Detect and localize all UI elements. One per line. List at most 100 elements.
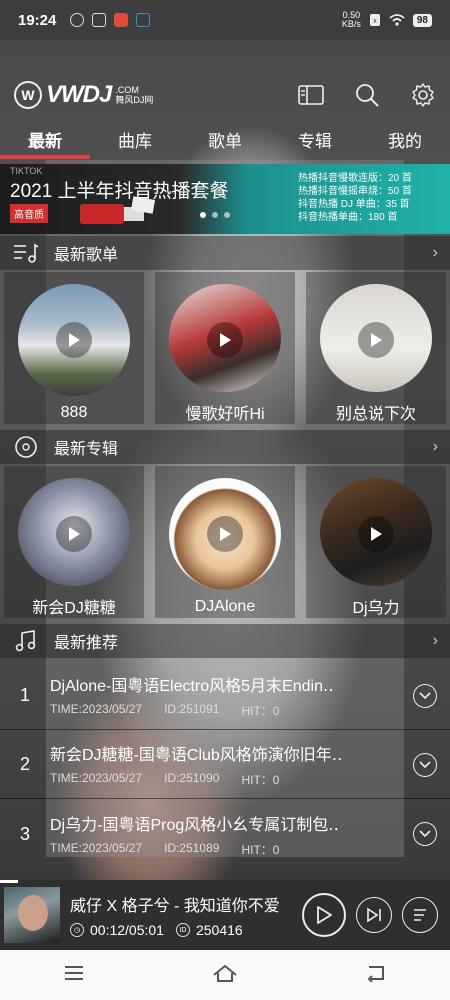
now-playing-info: 威仔 X 格子兮 - 我知道你不爱 ◷ 00:12/05:01 ID 25041… <box>70 892 302 938</box>
track-title: DjAlone-国粤语Electro风格5月末Endin‥ <box>50 678 334 695</box>
pager-dot[interactable] <box>200 212 206 218</box>
pager-dot[interactable] <box>224 212 230 218</box>
status-time: 19:24 <box>18 11 57 29</box>
banner-line: 抖音热播单曲：180 首 <box>298 212 398 223</box>
play-icon[interactable] <box>358 516 394 552</box>
tab-mine[interactable]: 我的 <box>378 127 432 152</box>
tab-albums[interactable]: 专辑 <box>288 127 342 152</box>
play-icon[interactable] <box>358 322 394 358</box>
banner-badge: 高音质 <box>10 204 48 223</box>
playlist-queue-button[interactable] <box>402 897 438 933</box>
now-playing-meta: ◷ 00:12/05:01 ID 250416 <box>70 922 302 938</box>
album-card[interactable]: 新会DJ糖糖 <box>4 466 144 618</box>
track-rank: 3 <box>19 823 30 844</box>
next-track-button[interactable] <box>356 897 392 933</box>
chevron-right-icon[interactable]: › <box>433 244 438 262</box>
track-id: ID:251089 <box>164 840 220 855</box>
section-latest-albums[interactable]: 最新专辑 › <box>0 430 450 464</box>
recommended-row[interactable]: 1 DjAlone-国粤语Electro风格5月末Endin‥ TIME:202… <box>0 662 450 730</box>
tab-latest[interactable]: 最新 <box>18 127 72 152</box>
tab-library[interactable]: 曲库 <box>108 127 162 152</box>
track-more-button[interactable] <box>400 683 450 708</box>
app-header: W VWDJ .COM 舞风DJ网 <box>0 70 450 120</box>
section-latest-recommended[interactable]: 最新推荐 › <box>0 624 450 658</box>
playback-time: 00:12/05:01 <box>90 922 164 938</box>
section-latest-playlists[interactable]: 最新歌单 › <box>0 236 450 270</box>
section-title: 最新推荐 <box>54 635 119 652</box>
playlist-cover <box>169 284 281 392</box>
album-name: DJAlone <box>194 598 256 615</box>
chevron-right-icon[interactable]: › <box>433 438 438 456</box>
track-info: DjAlone-国粤语Electro风格5月末Endin‥ TIME:2023/… <box>50 672 400 719</box>
chevron-down-icon <box>413 822 437 846</box>
tab-playlists[interactable]: 歌单 <box>198 127 252 152</box>
promo-banner[interactable]: TIKTOK 2021 上半年抖音热播套餐 高音质 热播抖音慢歌连版：20 首 … <box>0 164 450 234</box>
usb-drive-icon <box>80 196 156 224</box>
recommended-row[interactable]: 3 Dj乌力-国粤语Prog风格小幺专属订制包‥ TIME:2023/05/27… <box>0 800 450 868</box>
search-icon[interactable] <box>354 82 380 108</box>
sim-icon: x <box>369 14 380 26</box>
play-icon[interactable] <box>207 322 243 358</box>
now-playing-title: 威仔 X 格子兮 - 我知道你不爱 <box>70 898 280 915</box>
track-id: 250416 <box>195 922 243 938</box>
track-meta: TIME:2023/05/27 ID:251091 HIT：0 <box>50 702 400 719</box>
copy-notification-icon <box>92 13 107 27</box>
play-icon[interactable] <box>56 322 92 358</box>
playlist-card[interactable]: 慢歌好听Hi <box>155 272 295 424</box>
home-icon[interactable] <box>212 963 238 988</box>
mini-player[interactable]: 威仔 X 格子兮 - 我知道你不爱 ◷ 00:12/05:01 ID 25041… <box>0 880 450 950</box>
play-icon[interactable] <box>56 516 92 552</box>
album-card[interactable]: DJAlone <box>155 466 295 618</box>
battery-level: 98 <box>412 13 432 27</box>
logo-com: .COM <box>115 85 139 95</box>
status-bar: 19:24 0.50 KB/s x 98 <box>0 0 450 40</box>
banner-line: 热播抖音慢歌连版：20 首 <box>298 173 412 184</box>
sidebar-panel-icon[interactable] <box>298 82 324 108</box>
album-card[interactable]: Dj乌力 <box>306 466 446 618</box>
play-icon[interactable] <box>207 516 243 552</box>
playback-progress-bar[interactable] <box>0 880 18 883</box>
wifi-icon <box>389 14 405 26</box>
track-rank: 1 <box>19 685 30 705</box>
track-id: ID:251090 <box>164 771 220 785</box>
album-cards: 新会DJ糖糖 DJAlone Dj乌力 <box>0 466 450 618</box>
player-controls <box>302 893 438 937</box>
site-logo[interactable]: W VWDJ .COM 舞风DJ网 <box>14 81 153 109</box>
track-more-button[interactable] <box>400 822 450 846</box>
logo-text: VWDJ <box>46 81 112 108</box>
status-right: 0.50 KB/s x 98 <box>342 11 432 29</box>
main-tabs: 最新 曲库 歌单 专辑 我的 <box>0 120 450 158</box>
svg-text:x: x <box>373 18 377 25</box>
album-cover <box>18 478 130 586</box>
now-playing-cover[interactable] <box>4 887 60 943</box>
track-rank: 2 <box>19 754 30 774</box>
track-hits: HIT：0 <box>241 704 280 718</box>
chevron-down-icon <box>413 683 437 708</box>
playlist-name: 慢歌好听Hi <box>185 406 265 423</box>
playlist-cards: 888 慢歌好听Hi 别总说下次 <box>0 272 450 424</box>
chevron-right-icon[interactable]: › <box>433 632 438 650</box>
back-icon[interactable] <box>365 964 387 987</box>
gear-icon[interactable] <box>410 82 436 108</box>
track-time: TIME:2023/05/27 <box>50 840 143 855</box>
pager-dot[interactable] <box>212 212 218 218</box>
banner-details: 热播抖音慢歌连版：20 首 热播抖音慢摇串烧：50 首 抖音热播 DJ 单曲：3… <box>298 172 412 224</box>
playlist-name: 888 <box>60 404 88 421</box>
notification-icons <box>70 13 151 27</box>
track-info: Dj乌力-国粤语Prog风格小幺专属订制包‥ TIME:2023/05/27 I… <box>50 811 400 858</box>
album-name: Dj乌力 <box>352 600 400 617</box>
playlist-card[interactable]: 888 <box>4 272 144 424</box>
track-title: 新会DJ糖糖-国粤语Club风格饰演你旧年‥ <box>50 747 343 764</box>
play-button[interactable] <box>302 893 346 937</box>
chevron-down-icon <box>413 752 437 777</box>
track-meta: TIME:2023/05/27 ID:251089 HIT：0 <box>50 841 400 858</box>
recommended-row[interactable]: 2 新会DJ糖糖-国粤语Club风格饰演你旧年‥ TIME:2023/05/27… <box>0 731 450 799</box>
track-title: Dj乌力-国粤语Prog风格小幺专属订制包‥ <box>50 816 339 834</box>
playlist-cover <box>18 284 130 396</box>
track-hits: HIT：0 <box>241 773 280 787</box>
track-more-button[interactable] <box>400 752 450 777</box>
menu-icon[interactable] <box>63 965 85 986</box>
banner-line: 抖音热播 DJ 单曲：35 首 <box>298 199 410 210</box>
music-note-icon <box>12 629 40 653</box>
playlist-card[interactable]: 别总说下次 <box>306 272 446 424</box>
